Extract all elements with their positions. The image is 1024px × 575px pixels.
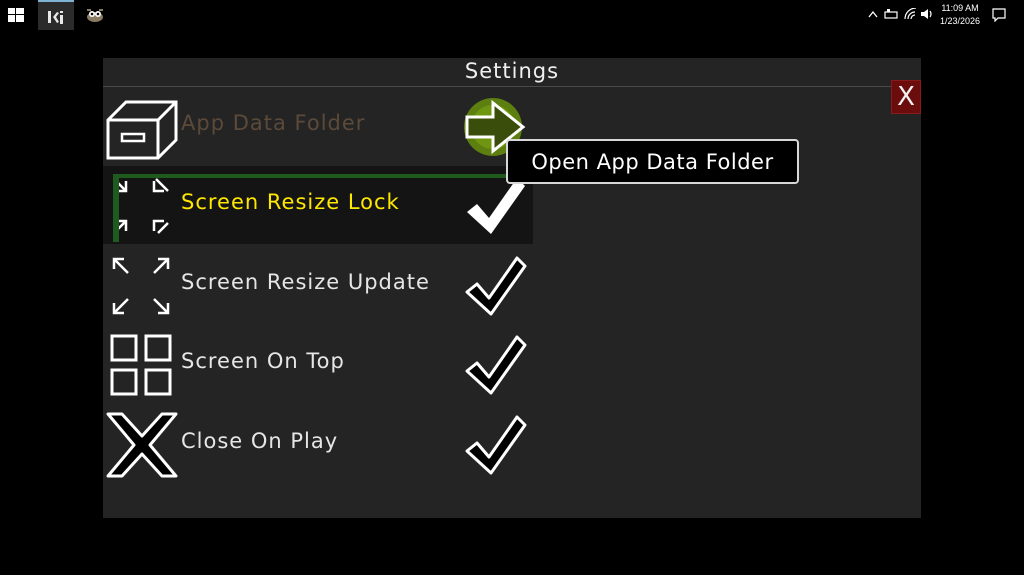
settings-window: Settings App Data Folder Screen Resize L… — [103, 58, 921, 518]
close-button[interactable]: X — [891, 80, 921, 114]
taskbar-app-lkj[interactable] — [38, 0, 74, 30]
checkmark-icon[interactable] — [463, 254, 527, 318]
chevron-up-icon[interactable] — [868, 11, 878, 18]
selection-focus-edge — [113, 174, 119, 242]
wifi-icon[interactable] — [904, 8, 918, 20]
gimp-app-icon — [87, 9, 103, 22]
grid-icon — [110, 334, 172, 396]
setting-row-screen-on-top[interactable]: Screen On Top — [103, 325, 533, 403]
setting-row-app-data-folder[interactable]: App Data Folder — [103, 87, 533, 165]
setting-label: Screen Resize Update — [181, 270, 430, 294]
arrows-outward-icon — [112, 257, 170, 315]
lkj-app-icon — [48, 11, 63, 24]
close-icon: X — [897, 82, 915, 112]
window-title: Settings — [464, 59, 560, 83]
checkmark-icon[interactable] — [463, 413, 527, 477]
setting-label: Close On Play — [181, 429, 339, 453]
setting-label: Screen On Top — [181, 349, 345, 373]
tooltip: Open App Data Folder — [506, 139, 799, 184]
windows-start-icon[interactable] — [8, 8, 24, 22]
clock-time: 11:09 AM — [941, 3, 979, 13]
taskbar: 11:09 AM 1/23/2026 — [0, 0, 1024, 30]
notification-icon[interactable] — [992, 8, 1006, 22]
x-cross-icon — [106, 412, 178, 478]
clock-date: 1/23/2026 — [939, 16, 981, 26]
taskbar-app-gimp[interactable] — [76, 0, 112, 30]
setting-label: App Data Folder — [181, 111, 366, 135]
setting-label: Screen Resize Lock — [181, 190, 400, 214]
checkmark-icon[interactable] — [463, 333, 527, 397]
selection-focus-bar — [113, 174, 531, 178]
network-device-icon[interactable] — [884, 8, 898, 20]
drawer-icon — [106, 100, 178, 160]
tooltip-text: Open App Data Folder — [531, 150, 774, 174]
setting-row-screen-resize-update[interactable]: Screen Resize Update — [103, 246, 533, 324]
taskbar-clock[interactable]: 11:09 AM 1/23/2026 — [930, 2, 990, 28]
title-bar: Settings — [103, 58, 921, 87]
setting-row-close-on-play[interactable]: Close On Play — [103, 405, 533, 483]
